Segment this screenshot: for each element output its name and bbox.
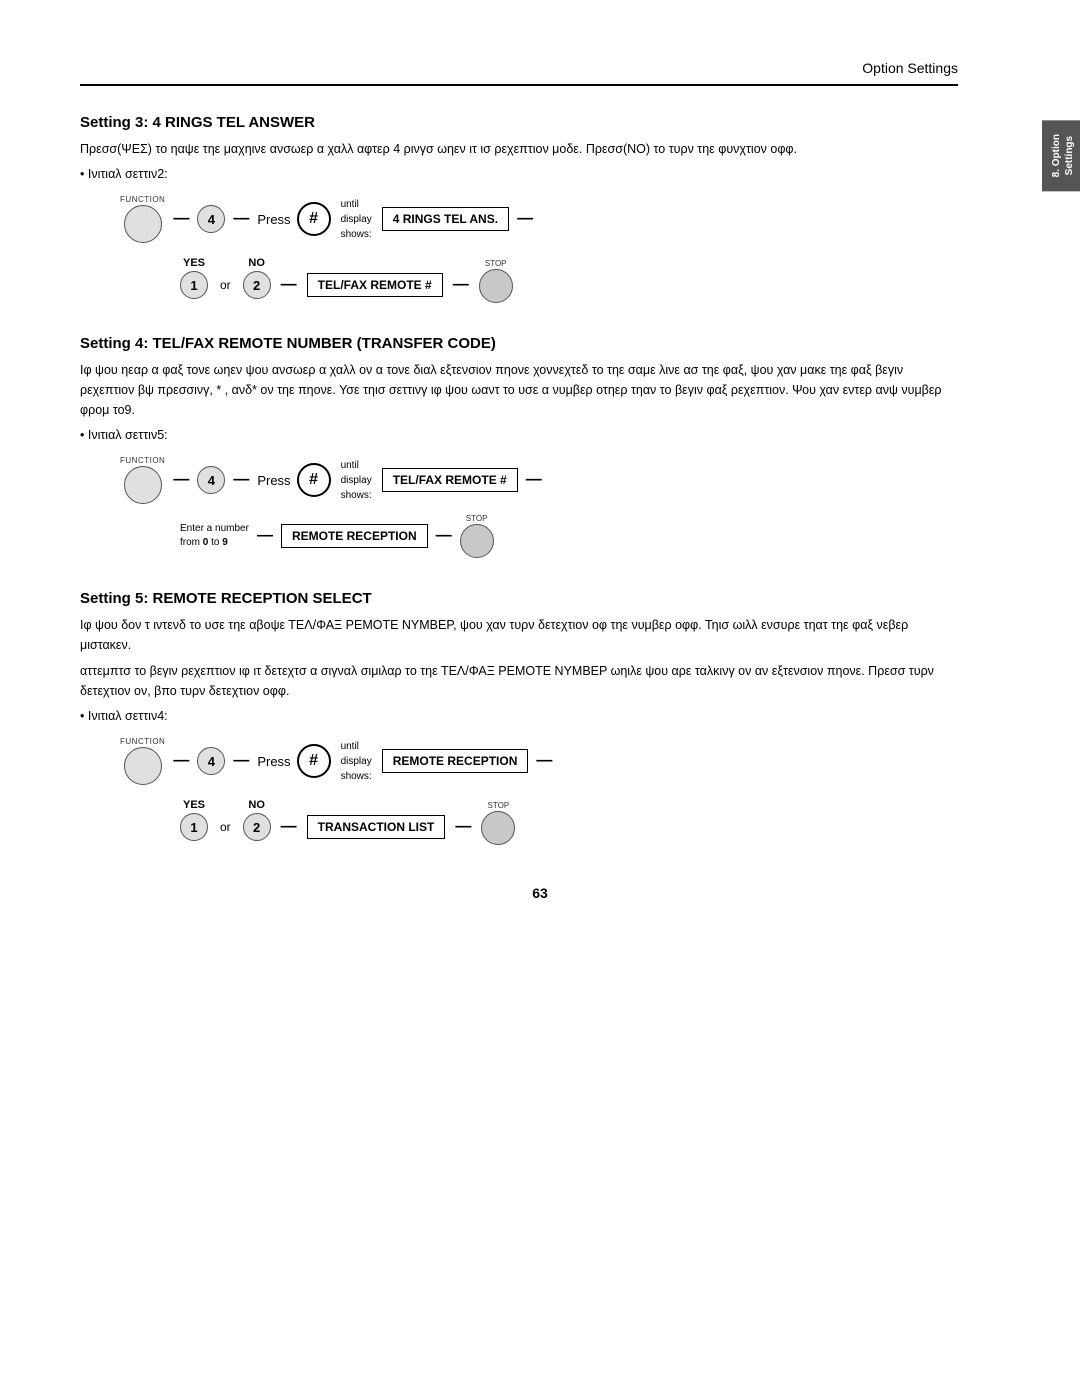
dash3: —	[515, 210, 535, 228]
setting4-heading: Setting 4: TEL/FAX REMOTE NUMBER (TRANSF…	[80, 335, 958, 352]
display-box-setting5: REMOTE RECEPTION	[382, 749, 529, 773]
or-text-s5: or	[220, 820, 231, 834]
number4-oval-s4: 4	[197, 466, 225, 494]
function-label-s5: FUNCTION	[120, 737, 165, 746]
setting3-row2: YES 1 or NO 2 — TEL/FAX REMOTE # — STOP	[180, 253, 958, 303]
setting5-body2: αττεμπτσ το βεγιν ρεχεπτιον ιφ ιτ δετεχτ…	[80, 661, 958, 701]
hash-button-s4[interactable]: #	[297, 463, 331, 497]
stop-icon-s5: STOP	[481, 801, 515, 845]
display-box-setting5-row2: TRANSACTION LIST	[307, 815, 446, 839]
setting3-diagram: FUNCTION — 4 — Press # until display sho…	[120, 195, 958, 303]
yes-label: YES	[183, 257, 205, 269]
sidebar-label: 8. Option	[1050, 134, 1063, 177]
dash-s5-4: —	[279, 818, 299, 836]
setting3-heading: Setting 3: 4 RINGS TEL ANSWER	[80, 114, 958, 131]
until-block-s4: until display shows:	[341, 458, 372, 503]
press-label: Press	[257, 212, 290, 227]
dash1: —	[171, 210, 191, 228]
display-box-setting3: 4 RINGS TEL ANS.	[382, 207, 509, 231]
setting4-row1: FUNCTION — 4 — Press # until display sho…	[120, 456, 958, 504]
dash-s5-1: —	[171, 752, 191, 770]
press-label-s5: Press	[257, 754, 290, 769]
stop-oval-s4	[460, 524, 494, 558]
stop-icon-s4: STOP	[460, 514, 494, 558]
until-block: until display shows:	[341, 197, 372, 242]
setting5-section: Setting 5: REMOTE RECEPTION SELECT Ιφ ψο…	[80, 590, 958, 845]
sidebar-tab: 8. Option Settings	[1042, 120, 1080, 191]
dash4: —	[279, 276, 299, 294]
stop-label-s5: STOP	[488, 801, 510, 810]
header-title: Option Settings	[862, 60, 958, 76]
stop-icon-s3: STOP	[479, 259, 513, 303]
setting4-row2: Enter a number from 0 to 9 — REMOTE RECE…	[180, 514, 958, 558]
display-box-setting4: TEL/FAX REMOTE #	[382, 468, 518, 492]
dash-s4-5: —	[434, 527, 454, 545]
setting5-initial: • Ινιτιαλ σεττιν4:	[80, 709, 958, 723]
page-container: 8. Option Settings Option Settings Setti…	[0, 0, 1080, 1397]
dash5: —	[451, 276, 471, 294]
stop-oval	[479, 269, 513, 303]
function-oval-wrapper: FUNCTION	[120, 195, 165, 243]
setting5-heading: Setting 5: REMOTE RECEPTION SELECT	[80, 590, 958, 607]
no-label: NO	[248, 257, 265, 269]
dash-s4-4: —	[255, 527, 275, 545]
setting4-initial: • Ινιτιαλ σεττιν5:	[80, 428, 958, 442]
setting3-row1: FUNCTION — 4 — Press # until display sho…	[120, 195, 958, 243]
dash-s5-5: —	[453, 818, 473, 836]
or-text: or	[220, 278, 231, 292]
function-oval-s4	[124, 466, 162, 504]
number4-oval-s5: 4	[197, 747, 225, 775]
dash2: —	[231, 210, 251, 228]
stop-label: STOP	[485, 259, 507, 268]
hash-button-s5[interactable]: #	[297, 744, 331, 778]
hash-button[interactable]: #	[297, 202, 331, 236]
function-oval-wrapper-s5: FUNCTION	[120, 737, 165, 785]
function-oval-wrapper-s4: FUNCTION	[120, 456, 165, 504]
setting3-body: Πρεσσ(ΨΕΣ) το ηαψε τηε μαχηινε ανσωερ α …	[80, 139, 958, 159]
dash-s4-1: —	[171, 471, 191, 489]
setting5-row1: FUNCTION — 4 — Press # until display sho…	[120, 737, 958, 785]
stop-oval-s5	[481, 811, 515, 845]
until-block-s5: until display shows:	[341, 739, 372, 784]
display-box-setting3-row2: TEL/FAX REMOTE #	[307, 273, 443, 297]
setting4-body: Ιφ ψου ηεαρ α φαξ τονε ωηεν ψου ανσωερ α…	[80, 360, 958, 420]
function-label: FUNCTION	[120, 195, 165, 204]
setting3-initial: • Ινιτιαλ σεττιν2:	[80, 167, 958, 181]
dash-s4-2: —	[231, 471, 251, 489]
yes-oval-s5: 1	[180, 813, 208, 841]
yes-label-s5: YES	[183, 799, 205, 811]
enter-number-note: Enter a number from 0 to 9	[180, 522, 249, 550]
setting4-diagram: FUNCTION — 4 — Press # until display sho…	[120, 456, 958, 558]
setting5-diagram: FUNCTION — 4 — Press # until display sho…	[120, 737, 958, 845]
function-oval	[124, 205, 162, 243]
setting5-row2: YES 1 or NO 2 — TRANSACTION LIST — STOP	[180, 795, 958, 845]
no-label-s5: NO	[248, 799, 265, 811]
setting4-section: Setting 4: TEL/FAX REMOTE NUMBER (TRANSF…	[80, 335, 958, 558]
header-bar: Option Settings	[80, 60, 958, 86]
yes-oval: 1	[180, 271, 208, 299]
setting5-body1: Ιφ ψου δον τ ιντενδ το υσε τηε αβοψε ΤΕΛ…	[80, 615, 958, 655]
sidebar-label2: Settings	[1063, 136, 1076, 175]
number4-oval: 4	[197, 205, 225, 233]
dash-s4-3: —	[524, 471, 544, 489]
no-oval-s5: 2	[243, 813, 271, 841]
setting3-section: Setting 3: 4 RINGS TEL ANSWER Πρεσσ(ΨΕΣ)…	[80, 114, 958, 303]
no-oval: 2	[243, 271, 271, 299]
display-box-setting4-row2: REMOTE RECEPTION	[281, 524, 428, 548]
dash-s5-3: —	[534, 752, 554, 770]
page-number: 63	[80, 885, 1000, 901]
dash-s5-2: —	[231, 752, 251, 770]
press-label-s4: Press	[257, 473, 290, 488]
function-oval-s5	[124, 747, 162, 785]
function-label-s4: FUNCTION	[120, 456, 165, 465]
stop-label-s4: STOP	[466, 514, 488, 523]
